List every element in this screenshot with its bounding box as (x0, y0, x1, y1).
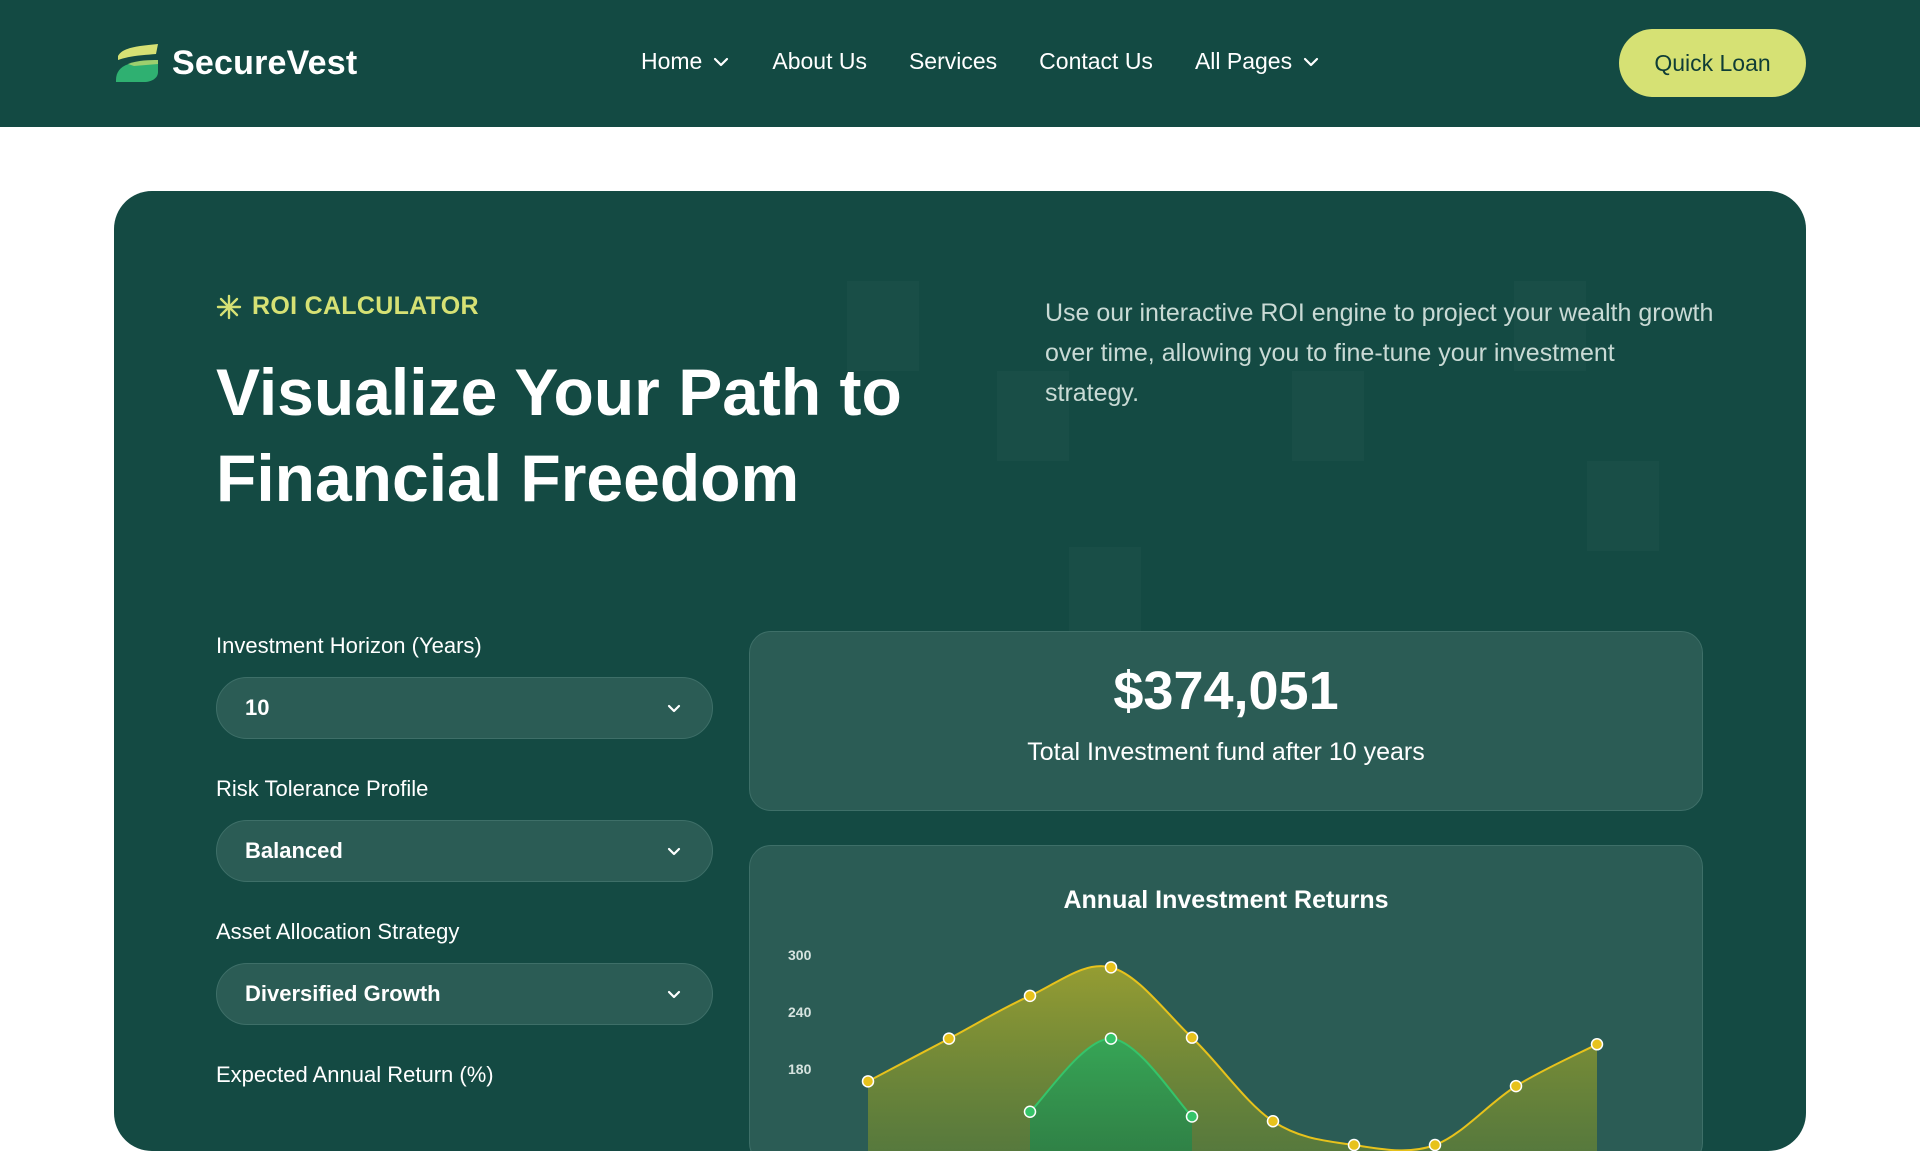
data-point[interactable] (1104, 961, 1118, 974)
section-eyebrow: ROI CALCULATOR (216, 292, 479, 321)
background-decoration (1069, 547, 1141, 637)
data-point[interactable] (1428, 1138, 1442, 1151)
brand-name: SecureVest (172, 43, 358, 82)
background-decoration (1587, 461, 1659, 551)
data-point[interactable] (1023, 989, 1037, 1003)
data-point[interactable] (1104, 1032, 1118, 1045)
investment-horizon-select[interactable]: 10 (216, 677, 713, 739)
top-navigation-bar: SecureVest Home About Us Services Contac… (0, 0, 1920, 127)
risk-tolerance-label: Risk Tolerance Profile (216, 776, 429, 801)
y-tick-label: 300 (788, 947, 812, 963)
data-point[interactable] (1023, 1105, 1037, 1118)
chevron-down-icon (667, 704, 681, 713)
total-fund-card: $374,051 Total Investment fund after 10 … (749, 631, 1703, 811)
nav-item-label: Home (641, 48, 703, 74)
nav-item-label: Contact Us (1039, 48, 1153, 74)
nav-item-contact-us[interactable]: Contact Us (1039, 48, 1153, 75)
data-point[interactable] (861, 1075, 875, 1088)
main-nav: Home About Us Services Contact Us All Pa… (641, 48, 1320, 75)
nav-item-label: All Pages (1194, 48, 1293, 74)
select-value: Diversified Growth (245, 981, 441, 1006)
total-fund-caption: Total Investment fund after 10 years (1027, 738, 1425, 766)
data-point[interactable] (1347, 1138, 1361, 1151)
returns-chart-card: Annual Investment Returns 300 240 180 (749, 845, 1703, 1151)
series-area (868, 966, 1597, 1151)
asset-allocation-select[interactable]: Diversified Growth (216, 963, 713, 1025)
chevron-down-icon (667, 847, 681, 856)
data-point[interactable] (1266, 1115, 1280, 1128)
data-point[interactable] (1185, 1110, 1199, 1123)
total-fund-amount: $374,051 (1113, 661, 1339, 721)
quick-loan-button[interactable]: Quick Loan (1619, 29, 1806, 97)
y-tick-label: 240 (788, 1004, 812, 1020)
chevron-down-icon (667, 990, 681, 999)
title-line: Visualize Your Path to (216, 355, 902, 429)
data-point[interactable] (942, 1032, 956, 1045)
select-value: 10 (245, 695, 270, 720)
brand[interactable]: SecureVest (114, 42, 357, 84)
chevron-down-icon (1304, 57, 1319, 66)
roi-calculator-section: ROI CALCULATOR Visualize Your Path to Fi… (114, 191, 1806, 1151)
leaf-logo-icon (116, 44, 158, 82)
asterisk-icon (216, 294, 242, 319)
returns-chart: 300 240 180 (788, 947, 1604, 1151)
nav-item-label: About Us (772, 48, 867, 74)
expected-return-label: Expected Annual Return (%) (216, 1062, 494, 1087)
y-tick-label: 180 (788, 1061, 812, 1077)
chevron-down-icon (714, 57, 729, 66)
nav-item-home[interactable]: Home (641, 48, 730, 75)
hero-description: Use our interactive ROI engine to projec… (1045, 299, 1714, 407)
page-title: Visualize Your Path to Financial Freedom (216, 349, 976, 521)
nav-item-all-pages[interactable]: All Pages (1195, 48, 1320, 75)
risk-tolerance-select[interactable]: Balanced (216, 820, 713, 882)
title-line: Financial Freedom (216, 441, 800, 515)
asset-allocation-label: Asset Allocation Strategy (216, 919, 460, 944)
data-point[interactable] (1590, 1038, 1604, 1051)
select-value: Balanced (245, 838, 343, 863)
data-point[interactable] (1509, 1079, 1523, 1093)
eyebrow-label: ROI CALCULATOR (252, 292, 479, 320)
nav-item-about-us[interactable]: About Us (772, 48, 867, 75)
nav-item-label: Services (908, 48, 998, 74)
investment-horizon-label: Investment Horizon (Years) (216, 633, 482, 658)
nav-item-services[interactable]: Services (909, 48, 997, 75)
data-point[interactable] (1185, 1031, 1199, 1044)
